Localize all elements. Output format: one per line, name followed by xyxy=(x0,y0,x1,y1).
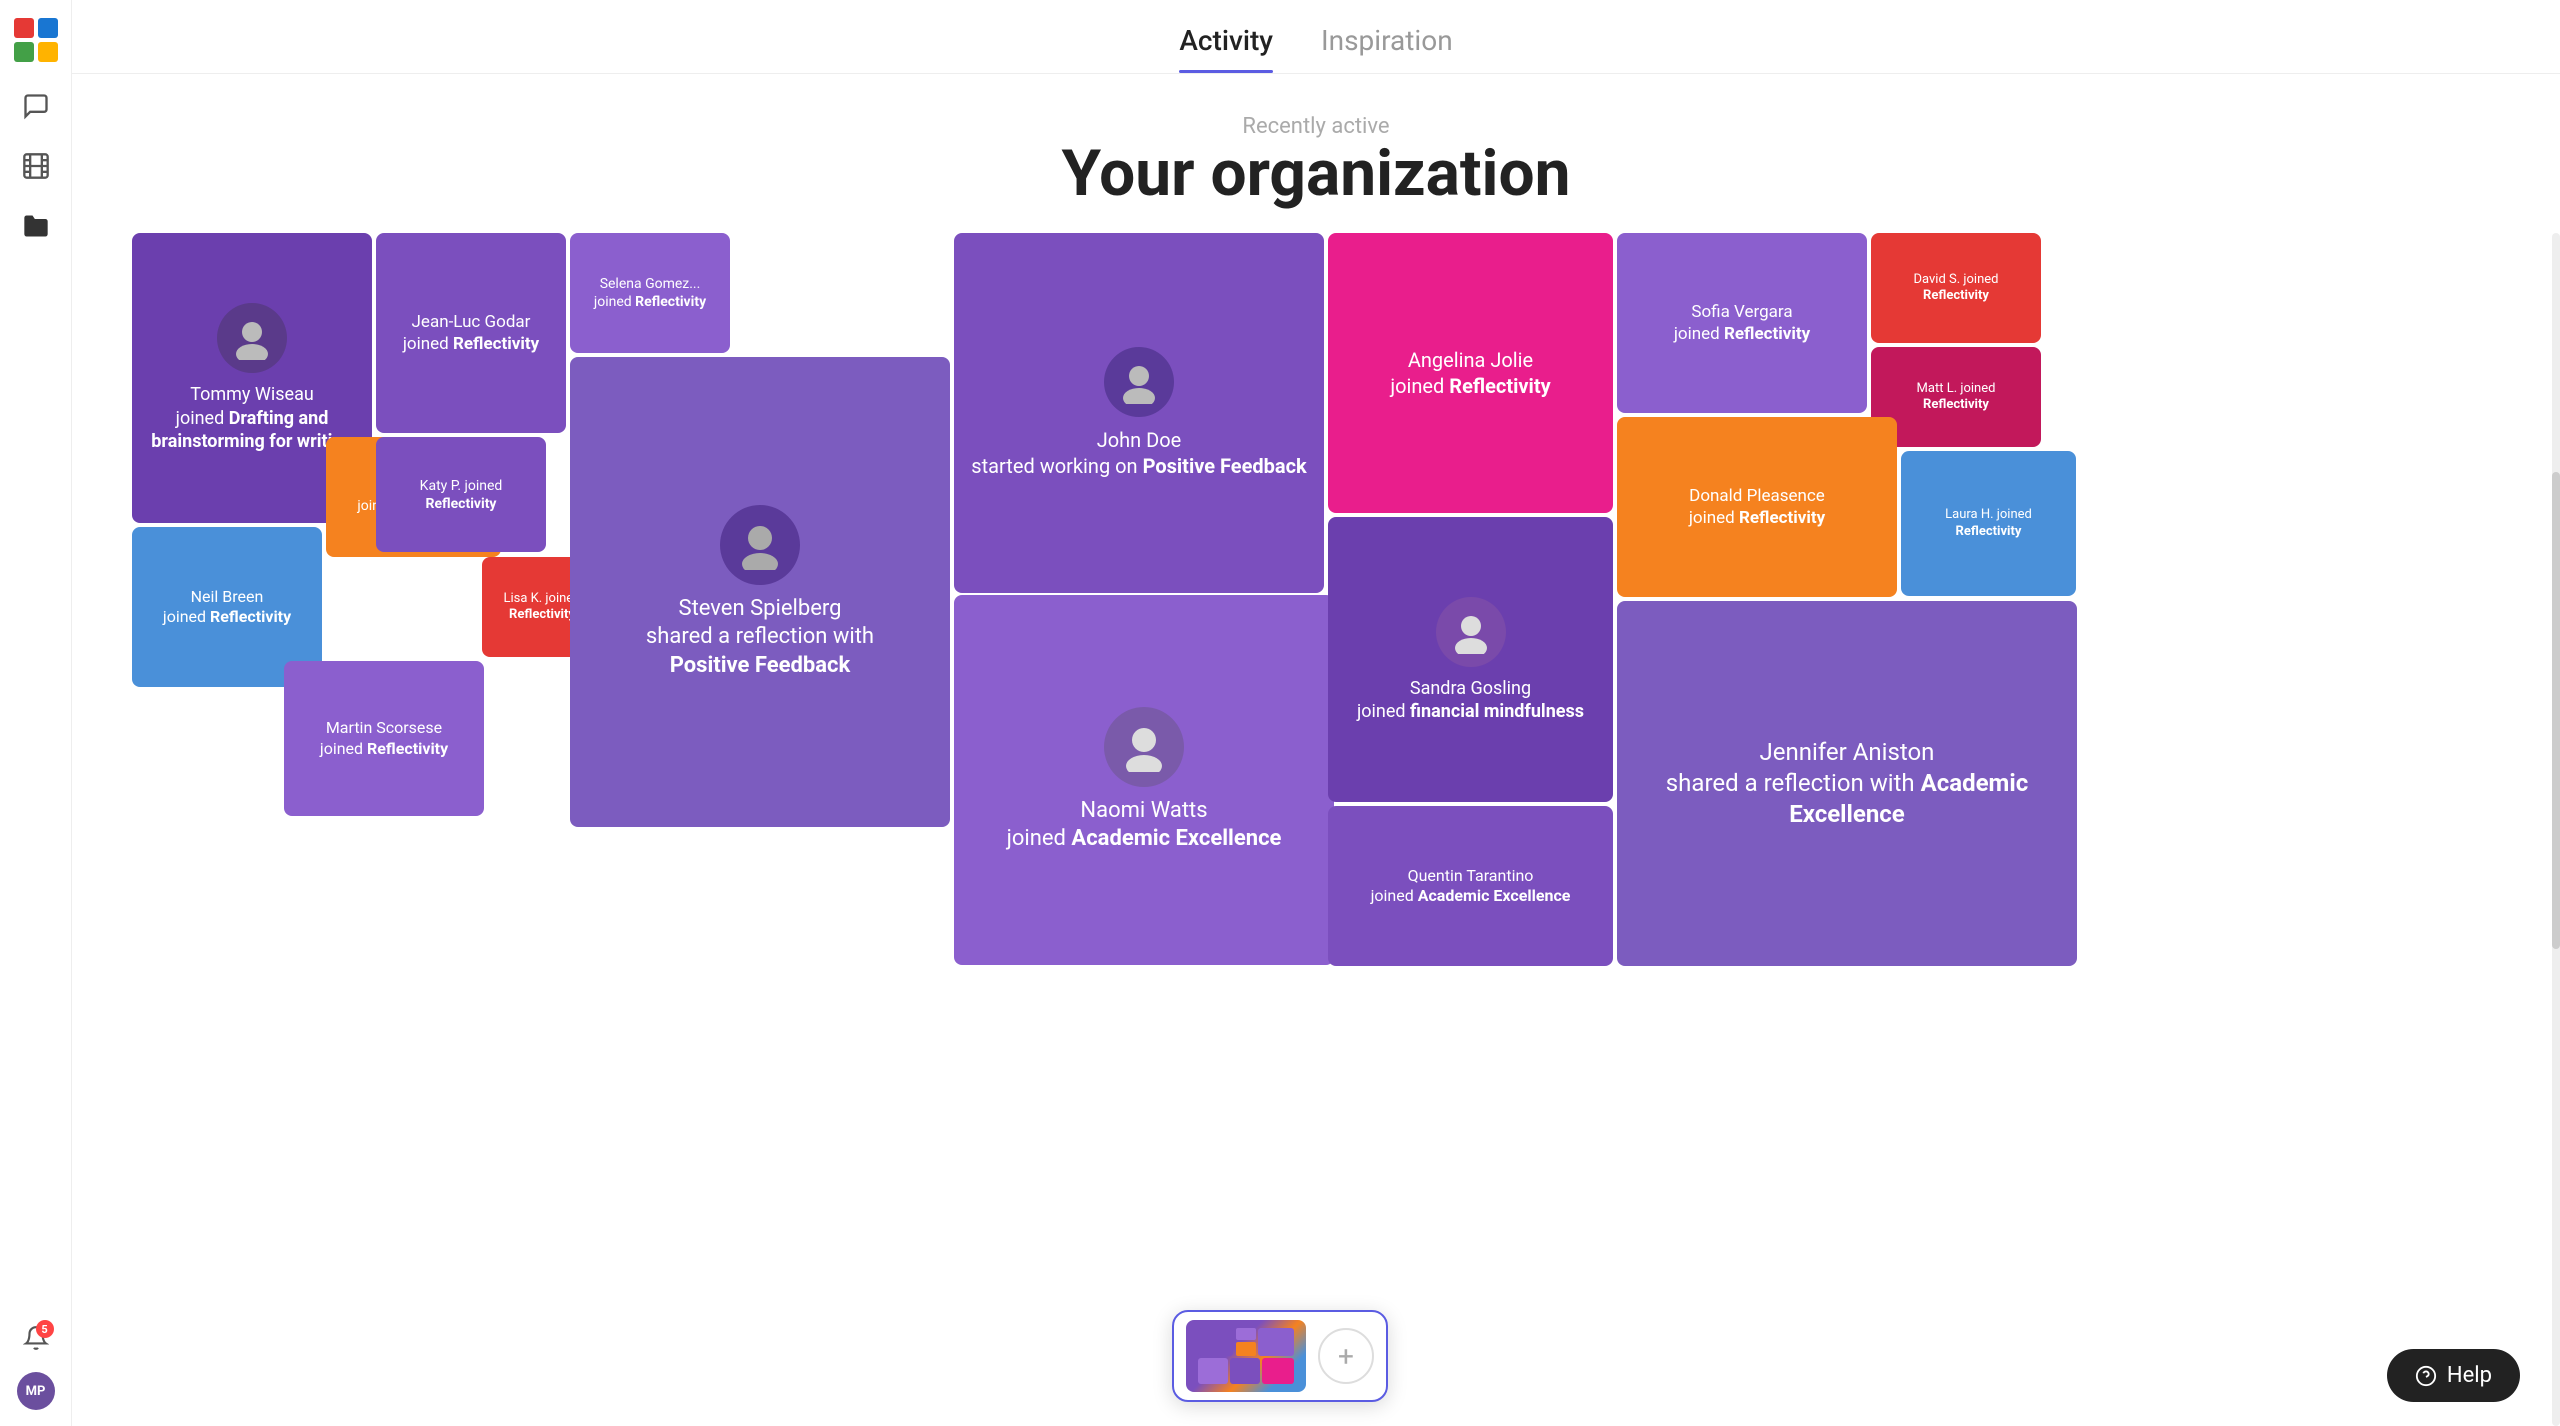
tile-jennifer[interactable]: Jennifer Anistonshared a reflection with… xyxy=(1617,601,2077,966)
tile-laura[interactable]: Laura H. joined Reflectivity xyxy=(1901,451,2076,596)
tab-activity[interactable]: Activity xyxy=(1179,24,1273,73)
tile-selena[interactable]: Selena Gomez...joined Reflectivity xyxy=(570,233,730,353)
org-title: Your organization xyxy=(72,139,2560,209)
add-tab-button[interactable]: + xyxy=(1318,1328,1374,1384)
page-header: Recently active Your organization xyxy=(72,74,2560,233)
treemap-container: Tommy Wiseaujoined Drafting and brainsto… xyxy=(72,233,2560,1426)
tabs-bar: Activity Inspiration xyxy=(72,0,2560,74)
tile-quentin[interactable]: Quentin Tarantinojoined Academic Excelle… xyxy=(1328,806,1613,966)
tile-katy[interactable]: Katy P. joined Reflectivity xyxy=(376,437,546,552)
help-label: Help xyxy=(2447,1363,2492,1388)
tile-john[interactable]: John Doestarted working on Positive Feed… xyxy=(954,233,1324,593)
main-content: Activity Inspiration Recently active You… xyxy=(72,0,2560,1426)
tile-naomi[interactable]: Naomi Wattsjoined Academic Excellence xyxy=(954,595,1334,965)
tile-donald[interactable]: Donald Pleasencejoined Reflectivity xyxy=(1617,417,1897,597)
tile-sandra[interactable]: Sandra Goslingjoined financial mindfulne… xyxy=(1328,517,1613,802)
tab-inspiration[interactable]: Inspiration xyxy=(1321,24,1453,73)
sidebar-icon-film[interactable] xyxy=(18,148,54,184)
tile-sofia[interactable]: Sofia Vergarajoined Reflectivity xyxy=(1617,233,1867,413)
scrollbar[interactable] xyxy=(2552,233,2560,1426)
logo[interactable] xyxy=(12,16,60,64)
notification-count: 5 xyxy=(36,1320,54,1338)
help-button[interactable]: Help xyxy=(2387,1349,2520,1402)
tile-jean-luc[interactable]: Jean-Luc Godarjoined Reflectivity xyxy=(376,233,566,433)
tile-david[interactable]: David S. joined Reflectivity xyxy=(1871,233,2041,343)
sidebar: 5 MP xyxy=(0,0,72,1426)
scrollbar-thumb[interactable] xyxy=(2552,472,2560,949)
sidebar-icon-folder[interactable] xyxy=(18,208,54,244)
user-avatar[interactable]: MP xyxy=(17,1372,55,1410)
tile-angelina[interactable]: Angelina Joliejoined Reflectivity xyxy=(1328,233,1613,513)
bottom-bar: + xyxy=(1172,1310,1388,1402)
tile-steven[interactable]: Steven Spielbergshared a reflection with… xyxy=(570,357,950,827)
treemap: Tommy Wiseaujoined Drafting and brainsto… xyxy=(132,233,2500,1426)
notification-bell[interactable]: 5 xyxy=(18,1320,54,1356)
tile-martin[interactable]: Martin Scorsesejoined Reflectivity xyxy=(284,661,484,816)
tab-thumbnail[interactable] xyxy=(1186,1320,1306,1392)
sidebar-icon-chat[interactable] xyxy=(18,88,54,124)
